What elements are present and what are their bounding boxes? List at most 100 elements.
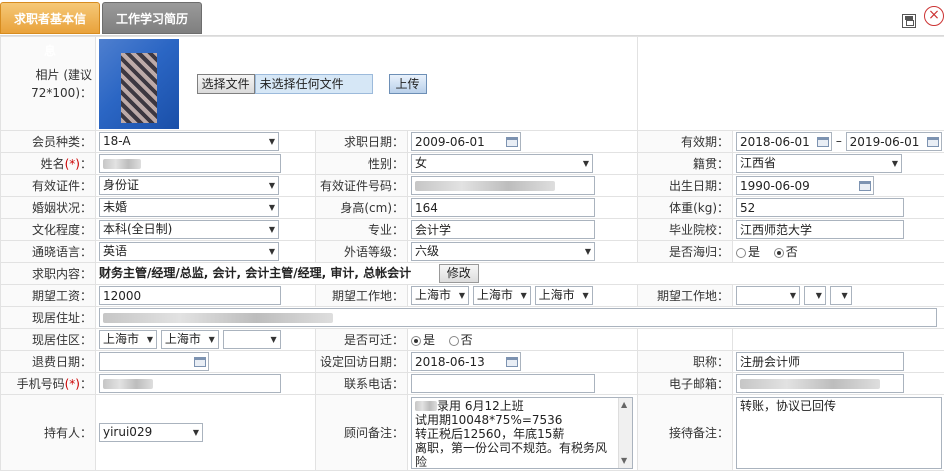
redacted-id-number xyxy=(415,180,555,191)
major-input[interactable]: 会计学 xyxy=(411,220,595,239)
relocate-label: 是否可迁： xyxy=(315,328,408,351)
revisit-date-field[interactable]: 2018-06-13 xyxy=(411,352,521,371)
reception-note-label: 接待备注： xyxy=(637,394,734,471)
empty-cell xyxy=(732,328,944,351)
valid-period-label: 有效期： xyxy=(637,130,734,153)
redacted-note-name xyxy=(415,401,437,411)
major-label: 专业： xyxy=(315,218,408,241)
foreign-level-select[interactable]: 六级 ▼ xyxy=(411,242,595,261)
photo-empty-cell xyxy=(637,36,944,131)
current-address-input[interactable] xyxy=(99,308,937,327)
native-place-select[interactable]: 江西省 ▼ xyxy=(736,154,903,173)
candidate-photo xyxy=(99,38,179,129)
upload-button[interactable]: 上传 xyxy=(388,73,427,94)
returnee-yes-label: 是 xyxy=(748,245,761,259)
tab-basic-info[interactable]: 求职者基本信息 xyxy=(0,2,100,58)
redacted-mobile xyxy=(103,378,153,389)
mobile-input[interactable] xyxy=(99,374,281,393)
id-number-label: 有效证件号码： xyxy=(315,174,408,197)
birth-date-field[interactable]: 1990-06-09 xyxy=(736,176,875,195)
marital-label: 婚姻状况： xyxy=(0,196,96,219)
member-type-select[interactable]: 18-A ▼ xyxy=(99,132,279,151)
current-area-label: 现居住区： xyxy=(0,328,96,351)
redacted-name xyxy=(103,158,141,169)
expected-salary-label: 期望工资： xyxy=(0,284,96,307)
title-input[interactable]: 注册会计师 xyxy=(736,352,905,371)
candidate-form: 相片 (建议72*100)： 选择文件 未选择任何文件 上传 会员种类： 18-A… xyxy=(0,36,944,471)
weight-label: 体重(kg)： xyxy=(637,196,734,219)
apply-date-field[interactable]: 2009-06-01 xyxy=(411,132,521,151)
holder-label: 持有人： xyxy=(0,394,96,471)
current-address-label: 现居住址： xyxy=(0,306,96,329)
email-label: 电子邮箱： xyxy=(637,372,734,395)
returnee-label: 是否海归： xyxy=(637,240,734,263)
returnee-no-radio[interactable] xyxy=(773,247,784,258)
refund-date-field[interactable] xyxy=(99,352,209,371)
expected-location-city-select[interactable]: 上海市 ▼ xyxy=(472,286,531,305)
language-label: 通晓语言： xyxy=(0,240,96,263)
consultant-note-textarea[interactable]: 录用 6月12上班 试用期10048*75%=7536 转正税后12560，年底… xyxy=(411,396,633,469)
member-type-label: 会员种类： xyxy=(0,130,96,153)
current-area-district-select[interactable]: ▼ xyxy=(222,330,281,349)
birth-date-label: 出生日期： xyxy=(637,174,734,197)
close-icon[interactable]: × xyxy=(924,6,944,26)
calendar-icon[interactable] xyxy=(194,356,206,367)
expected-location-2-province-select[interactable]: ▼ xyxy=(736,286,801,305)
reception-note-textarea[interactable]: 转账，协议已回传 xyxy=(736,396,943,469)
redacted-address xyxy=(103,312,333,323)
choose-file-button[interactable]: 选择文件 xyxy=(196,73,255,94)
relocate-yes-radio[interactable] xyxy=(411,335,421,346)
expected-location-2-label: 期望工作地： xyxy=(637,284,734,307)
relocate-no-radio[interactable] xyxy=(448,335,459,346)
calendar-icon[interactable] xyxy=(506,136,518,147)
tab-bar: 求职者基本信息 工作学习简历 × xyxy=(0,0,944,58)
file-name-display: 未选择任何文件 xyxy=(254,73,373,94)
valid-period-separator: – xyxy=(835,134,842,148)
calendar-icon[interactable] xyxy=(506,356,518,367)
phone-input[interactable] xyxy=(411,374,595,393)
expected-location-2-district-select[interactable]: ▼ xyxy=(829,286,852,305)
modify-button[interactable]: 修改 xyxy=(438,264,479,283)
current-area-province-select[interactable]: 上海市 ▼ xyxy=(99,330,157,349)
expected-location-district-select[interactable]: 上海市 ▼ xyxy=(534,286,593,305)
expected-salary-input[interactable]: 12000 xyxy=(99,286,281,305)
job-content-label: 求职内容： xyxy=(0,262,96,285)
education-select[interactable]: 本科(全日制) ▼ xyxy=(99,220,279,239)
valid-from-field[interactable]: 2018-06-01 xyxy=(736,132,833,151)
language-select[interactable]: 英语 ▼ xyxy=(99,242,279,261)
returnee-no-label: 否 xyxy=(785,245,798,259)
save-icon[interactable] xyxy=(902,14,916,28)
gender-label: 性别： xyxy=(315,152,408,175)
apply-date-label: 求职日期： xyxy=(315,130,408,153)
marital-select[interactable]: 未婚 ▼ xyxy=(99,198,279,217)
expected-location-2-city-select[interactable]: ▼ xyxy=(803,286,826,305)
consultant-note-label: 顾问备注： xyxy=(315,394,408,471)
calendar-icon[interactable] xyxy=(817,136,830,147)
education-label: 文化程度： xyxy=(0,218,96,241)
height-input[interactable]: 164 xyxy=(411,198,595,217)
returnee-yes-radio[interactable] xyxy=(736,247,747,258)
calendar-icon[interactable] xyxy=(926,136,939,147)
photo-cell: 选择文件 未选择任何文件 上传 xyxy=(94,36,639,131)
weight-input[interactable]: 52 xyxy=(736,198,905,217)
tab-work-resume[interactable]: 工作学习简历 xyxy=(102,2,202,34)
school-input[interactable]: 江西师范大学 xyxy=(736,220,905,239)
note-scrollbar[interactable] xyxy=(618,397,632,468)
refund-date-label: 退费日期： xyxy=(0,350,96,373)
holder-select[interactable]: yirui029 ▼ xyxy=(99,423,203,442)
redacted-email xyxy=(740,378,881,389)
expected-location-label: 期望工作地： xyxy=(315,284,408,307)
valid-to-field[interactable]: 2019-06-01 xyxy=(845,132,942,151)
school-label: 毕业院校： xyxy=(637,218,734,241)
id-number-input[interactable] xyxy=(411,176,595,195)
expected-location-province-select[interactable]: 上海市 ▼ xyxy=(411,286,469,305)
name-input[interactable] xyxy=(99,154,281,173)
native-place-label: 籍贯： xyxy=(637,152,734,175)
email-input[interactable] xyxy=(736,374,905,393)
calendar-icon[interactable] xyxy=(859,180,872,191)
id-type-select[interactable]: 身份证 ▼ xyxy=(99,176,279,195)
current-area-city-select[interactable]: 上海市 ▼ xyxy=(160,330,219,349)
gender-select[interactable]: 女 ▼ xyxy=(411,154,593,173)
id-type-label: 有效证件： xyxy=(0,174,96,197)
phone-label: 联系电话： xyxy=(315,372,408,395)
